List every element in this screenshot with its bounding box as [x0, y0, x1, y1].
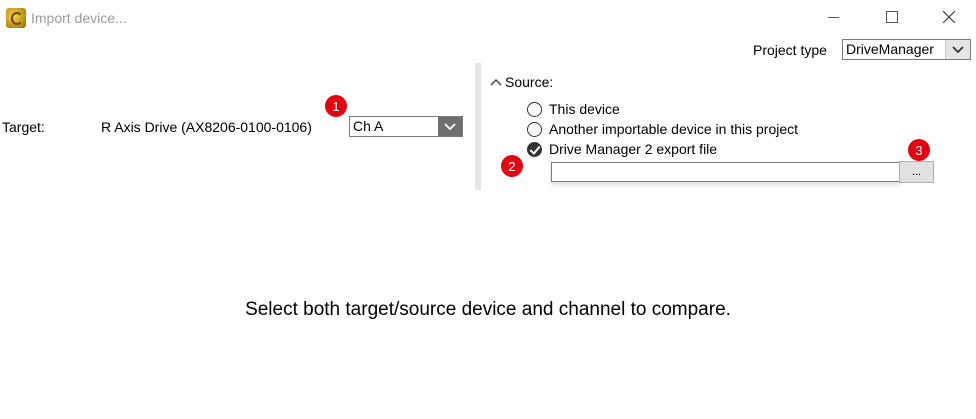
- radio-button[interactable]: [527, 101, 542, 117]
- maximize-icon: [886, 11, 898, 23]
- target-label: Target:: [2, 119, 45, 135]
- radio-this-device[interactable]: This device: [527, 101, 620, 117]
- channel-dropdown[interactable]: Ch A: [349, 116, 463, 137]
- badge-1: 1: [325, 95, 347, 117]
- source-header[interactable]: Source:: [490, 74, 553, 90]
- radio-export-file[interactable]: Drive Manager 2 export file: [527, 141, 717, 157]
- chevron-up-icon: [490, 78, 502, 86]
- maximize-button[interactable]: [869, 0, 915, 34]
- project-type-dropdown[interactable]: DriveManager: [842, 39, 971, 60]
- title-bar: Import device...: [0, 0, 976, 36]
- app-gear-icon: [6, 8, 26, 28]
- chevron-down-icon: [438, 117, 462, 136]
- export-file-path-input[interactable]: [551, 162, 902, 182]
- minimize-button[interactable]: [810, 0, 856, 34]
- chevron-down-icon: [945, 40, 970, 59]
- radio-label: Drive Manager 2 export file: [549, 141, 718, 157]
- channel-value: Ch A: [353, 118, 384, 134]
- close-icon: [943, 11, 955, 23]
- source-header-label: Source:: [505, 74, 554, 90]
- radio-button-checked[interactable]: [527, 141, 542, 157]
- panel-divider: [475, 63, 481, 190]
- radio-label: Another importable device in this projec…: [549, 121, 799, 137]
- badge-2: 2: [501, 155, 523, 177]
- close-button[interactable]: [926, 0, 972, 34]
- compare-message: Select both target/source device and cha…: [245, 299, 731, 320]
- badge-3: 3: [908, 139, 930, 161]
- target-device-name: R Axis Drive (AX8206-0100-0106): [101, 119, 312, 135]
- window-title: Import device...: [31, 10, 127, 26]
- minimize-icon: [827, 16, 839, 18]
- project-type-label: Project type: [753, 42, 827, 58]
- browse-button[interactable]: ...: [899, 161, 934, 183]
- radio-label: This device: [549, 101, 620, 117]
- radio-another-device[interactable]: Another importable device in this projec…: [527, 121, 798, 137]
- project-type-value: DriveManager: [846, 41, 934, 57]
- radio-button[interactable]: [527, 121, 542, 137]
